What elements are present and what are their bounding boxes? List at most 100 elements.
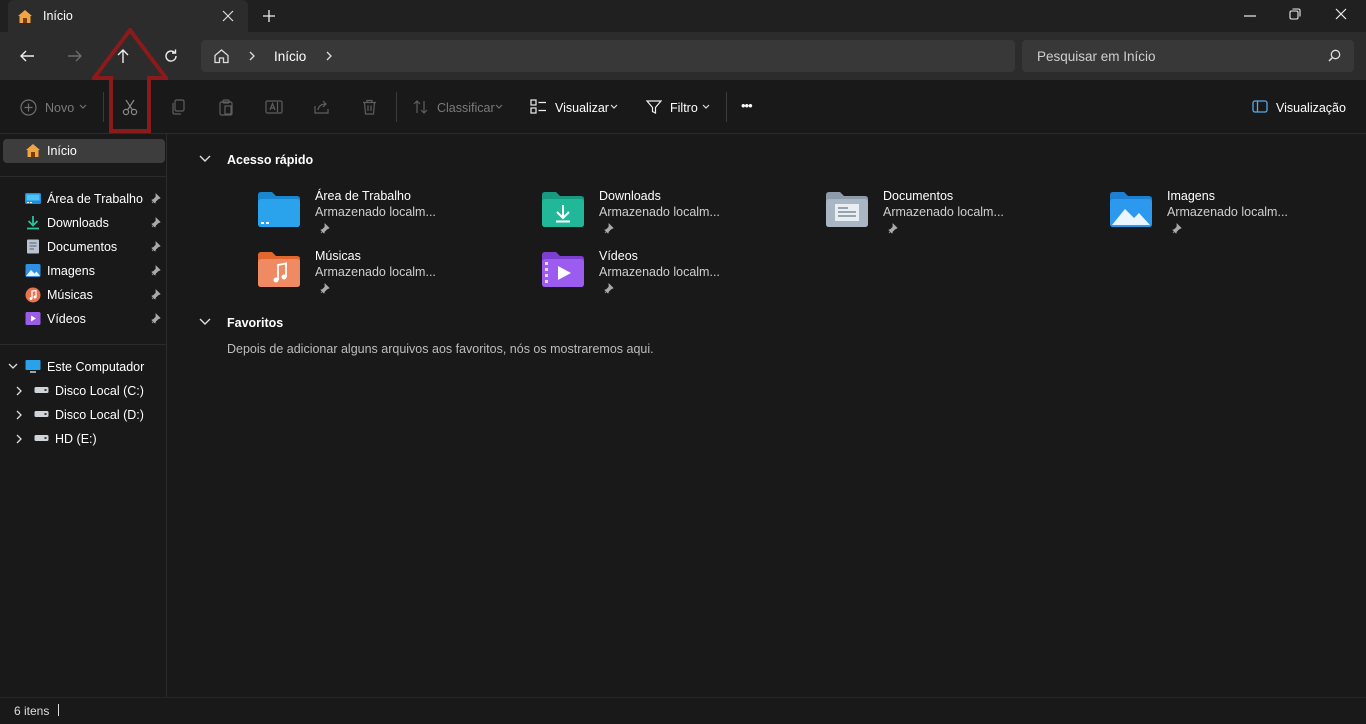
back-button[interactable] (19, 48, 35, 64)
tile-subtitle: Armazenado localm... (1167, 205, 1288, 219)
documents-icon (25, 239, 41, 254)
quick-access-tile-downloads[interactable]: Downloads Armazenado localm... (542, 189, 802, 247)
divider (726, 92, 727, 122)
quick-access-tile-videos[interactable]: Vídeos Armazenado localm... (542, 249, 802, 307)
search-icon[interactable] (1328, 49, 1341, 62)
pin-icon[interactable] (604, 283, 614, 294)
chevron-right-icon[interactable] (248, 51, 256, 61)
home-outline-icon[interactable] (213, 48, 230, 64)
annotation-arrow (92, 28, 168, 134)
new-button[interactable]: Novo (45, 101, 74, 115)
pin-icon[interactable] (151, 241, 161, 252)
sidebar-item-downloads[interactable]: Downloads (3, 211, 165, 235)
copy-icon[interactable] (170, 99, 186, 115)
tile-name: Documentos (883, 189, 954, 203)
sidebar-item-pictures[interactable]: Imagens (3, 259, 165, 283)
chevron-right-icon[interactable] (16, 434, 23, 444)
sort-button[interactable]: Classificar (437, 101, 495, 115)
pin-icon[interactable] (151, 265, 161, 276)
preview-pane-icon[interactable] (1252, 100, 1268, 113)
sidebar-item-drive-d[interactable]: Disco Local (D:) (3, 403, 165, 427)
tile-name: Área de Trabalho (315, 189, 411, 203)
desktop-icon (25, 191, 41, 206)
breadcrumb[interactable]: Início (274, 49, 306, 64)
forward-button[interactable] (67, 48, 83, 64)
search-input[interactable]: Pesquisar em Início (1022, 40, 1354, 72)
tile-name: Downloads (599, 189, 661, 203)
favorites-header[interactable]: Favoritos (227, 316, 283, 330)
pin-icon[interactable] (888, 223, 898, 234)
sidebar-item-music[interactable]: Músicas (3, 283, 165, 307)
sidebar-item-label: Imagens (47, 264, 95, 278)
tile-subtitle: Armazenado localm... (599, 265, 720, 279)
chevron-down-icon[interactable] (79, 104, 87, 110)
videos-folder-icon (542, 251, 584, 287)
sidebar-item-home[interactable]: Início (3, 139, 165, 163)
new-icon[interactable] (20, 99, 37, 116)
chevron-right-icon[interactable] (16, 410, 23, 420)
desktop-folder-icon (258, 191, 300, 227)
pin-icon[interactable] (320, 223, 330, 234)
quick-access-tile-documents[interactable]: Documentos Armazenado localm... (826, 189, 1086, 247)
quick-access-tile-pictures[interactable]: Imagens Armazenado localm... (1110, 189, 1366, 247)
drive-icon (34, 385, 49, 395)
more-options-button[interactable]: ••• (741, 98, 753, 113)
divider (0, 344, 167, 345)
sidebar-item-drive-c[interactable]: Disco Local (C:) (3, 379, 165, 403)
quick-access-tile-music[interactable]: Músicas Armazenado localm... (258, 249, 518, 307)
tile-subtitle: Armazenado localm... (315, 205, 436, 219)
sort-icon[interactable] (413, 99, 429, 115)
title-bar: Início (0, 0, 1366, 32)
rename-icon[interactable] (265, 99, 283, 115)
restore-button[interactable] (1289, 8, 1301, 20)
pin-icon[interactable] (151, 193, 161, 204)
quick-access-tile-desktop[interactable]: Área de Trabalho Armazenado localm... (258, 189, 518, 247)
chevron-down-icon[interactable] (702, 104, 710, 110)
filter-icon[interactable] (646, 99, 662, 115)
filter-button[interactable]: Filtro (670, 101, 698, 115)
sidebar-item-documents[interactable]: Documentos (3, 235, 165, 259)
new-tab-button[interactable] (262, 9, 276, 23)
tab-title: Início (43, 9, 73, 23)
share-icon[interactable] (314, 99, 330, 115)
sidebar-item-videos[interactable]: Vídeos (3, 307, 165, 331)
pictures-folder-icon (1110, 191, 1152, 227)
pin-icon[interactable] (604, 223, 614, 234)
preview-pane-button[interactable]: Visualização (1276, 101, 1346, 115)
chevron-down-icon[interactable] (199, 318, 211, 326)
sidebar-item-label: Área de Trabalho (47, 192, 143, 206)
chevron-down-icon[interactable] (610, 104, 618, 110)
pin-icon[interactable] (320, 283, 330, 294)
pin-icon[interactable] (1172, 223, 1182, 234)
view-icon[interactable] (530, 99, 547, 114)
sidebar-item-this-pc[interactable]: Este Computador (3, 355, 165, 379)
close-tab-icon[interactable] (222, 10, 234, 22)
command-bar: Novo Classificar Visualizar Filtro ••• V… (0, 80, 1366, 134)
tile-subtitle: Armazenado localm... (599, 205, 720, 219)
chevron-down-icon[interactable] (199, 155, 211, 163)
minimize-button[interactable] (1244, 15, 1256, 17)
delete-icon[interactable] (362, 99, 377, 115)
pin-icon[interactable] (151, 217, 161, 228)
divider (0, 176, 167, 177)
home-icon (25, 143, 41, 158)
address-bar[interactable]: Início (201, 40, 1015, 72)
tile-name: Vídeos (599, 249, 638, 263)
chevron-down-icon[interactable] (495, 104, 503, 110)
tile-name: Músicas (315, 249, 361, 263)
paste-icon[interactable] (218, 99, 234, 116)
tile-subtitle: Armazenado localm... (883, 205, 1004, 219)
drive-icon (34, 433, 49, 443)
pin-icon[interactable] (151, 289, 161, 300)
pin-icon[interactable] (151, 313, 161, 324)
quick-access-header[interactable]: Acesso rápido (227, 153, 313, 167)
sidebar-item-label: Documentos (47, 240, 118, 254)
view-button[interactable]: Visualizar (555, 101, 609, 115)
sidebar-item-desktop[interactable]: Área de Trabalho (3, 187, 165, 211)
chevron-right-icon[interactable] (16, 386, 23, 396)
sidebar-item-label: Músicas (47, 288, 93, 302)
sidebar-item-drive-e[interactable]: HD (E:) (3, 427, 165, 451)
chevron-right-icon[interactable] (325, 51, 333, 61)
chevron-down-icon[interactable] (8, 363, 18, 370)
close-window-button[interactable] (1335, 8, 1347, 20)
